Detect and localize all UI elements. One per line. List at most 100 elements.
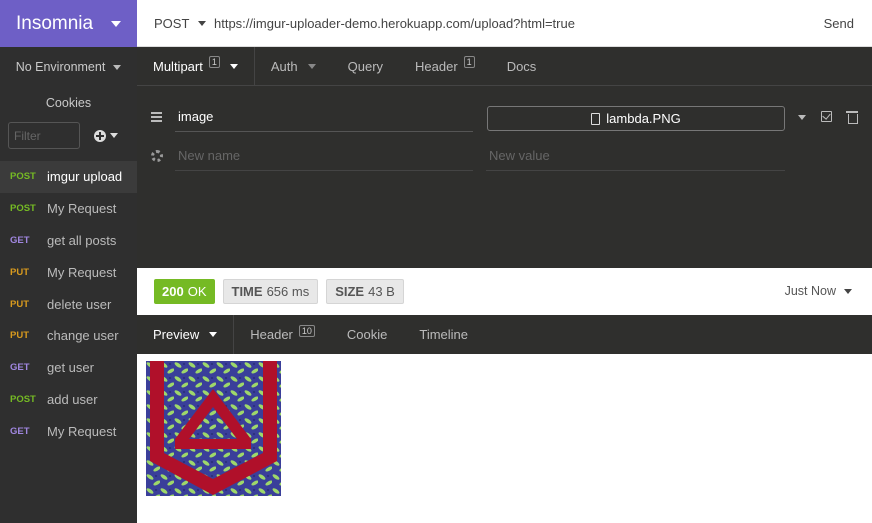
file-icon: [591, 112, 601, 125]
status-code: 200: [162, 284, 184, 299]
request-name: My Request: [47, 264, 117, 280]
method-badge: POST: [10, 171, 36, 183]
request-item[interactable]: GET get all posts: [0, 225, 137, 257]
filter-row: [0, 119, 137, 152]
tab-label: Docs: [506, 58, 537, 74]
tab-label: Auth: [270, 58, 298, 74]
filter-input[interactable]: [8, 122, 80, 149]
app-title: Insomnia: [16, 12, 94, 34]
method-badge: PUT: [10, 266, 29, 278]
request-item[interactable]: PUT change user: [0, 320, 137, 352]
size-value: 43 B: [368, 284, 395, 299]
request-list: POST imgur upload POST My Request GET ge…: [0, 161, 137, 447]
chevron-down-icon: [111, 20, 121, 27]
count-badge: 10: [298, 324, 315, 337]
tab-label: Multipart: [153, 58, 203, 74]
time-value: 656 ms: [266, 284, 310, 299]
tab-label: Header: [250, 327, 293, 342]
tab-label: Query: [347, 58, 384, 74]
request-tabs: Multipart 1 Auth Query Header 1 Docs: [137, 47, 872, 86]
file-select-button[interactable]: lambda.PNG: [487, 106, 785, 131]
environment-label: No Environment: [15, 60, 106, 74]
status-text: OK: [187, 284, 207, 299]
request-pane: Multipart 1 Auth Query Header 1 Docs ima…: [137, 47, 872, 268]
response-tabs: Preview Header 10 Cookie Timeline: [137, 315, 872, 354]
tab-auth[interactable]: Auth: [255, 47, 332, 85]
tab-cookie[interactable]: Cookie: [331, 315, 403, 354]
chevron-down-icon: [229, 63, 238, 69]
request-name: My Request: [47, 423, 117, 439]
count-badge: 1: [463, 56, 475, 68]
status-badge: 200 OK: [154, 279, 215, 304]
chevron-down-icon: [307, 63, 316, 69]
method-badge: GET: [10, 234, 30, 246]
request-item[interactable]: POST My Request: [0, 193, 137, 225]
method-badge: POST: [10, 393, 36, 405]
method-badge: PUT: [10, 298, 29, 310]
tab-label: Timeline: [419, 327, 469, 342]
request-item[interactable]: PUT delete user: [0, 288, 137, 320]
chevron-down-icon: [110, 133, 118, 138]
new-value-input[interactable]: [486, 141, 785, 171]
gear-icon[interactable]: [151, 150, 163, 162]
new-name-input[interactable]: [175, 141, 473, 171]
request-item[interactable]: GET My Request: [0, 415, 137, 447]
response-preview: [137, 354, 872, 523]
url-bar: POST https://imgur-uploader-demo.herokua…: [137, 0, 872, 47]
request-name: get all posts: [47, 232, 117, 248]
tab-label: Cookie: [346, 327, 388, 342]
request-name: My Request: [47, 201, 117, 217]
tab-label: Preview: [153, 327, 200, 342]
drag-handle-icon[interactable]: [151, 112, 162, 122]
method-badge: PUT: [10, 330, 29, 342]
tab-header[interactable]: Header 1: [399, 47, 491, 85]
request-name: add user: [47, 391, 98, 407]
history-label: Just Now: [784, 284, 836, 298]
tab-query[interactable]: Query: [332, 47, 399, 85]
method-badge: GET: [10, 362, 30, 374]
add-request-button[interactable]: [94, 129, 118, 142]
request-item[interactable]: POST imgur upload: [0, 161, 137, 193]
tab-multipart[interactable]: Multipart 1: [137, 47, 255, 85]
request-name: change user: [47, 328, 119, 344]
method-dropdown[interactable]: POST: [137, 16, 214, 31]
time-badge: TIME 656 ms: [222, 279, 319, 304]
uploaded-image: [146, 361, 281, 496]
checkbox-icon[interactable]: [821, 111, 832, 122]
tab-response-header[interactable]: Header 10: [234, 315, 331, 354]
tab-timeline[interactable]: Timeline: [403, 315, 484, 354]
param-name-field[interactable]: image: [175, 102, 473, 132]
param-row: image lambda.PNG: [137, 102, 872, 132]
request-name: delete user: [47, 296, 112, 312]
chevron-down-icon: [198, 20, 207, 26]
trash-icon[interactable]: [846, 111, 858, 124]
method-label: POST: [154, 15, 190, 31]
response-status-bar: 200 OK TIME 656 ms SIZE 43 B Just Now: [137, 268, 872, 315]
chevron-down-icon: [844, 288, 852, 294]
request-item[interactable]: POST add user: [0, 384, 137, 416]
tab-preview[interactable]: Preview: [137, 315, 235, 354]
sidebar: Insomnia No Environment Cookies POST img…: [0, 0, 137, 523]
cookies-button[interactable]: Cookies: [0, 87, 137, 119]
size-badge: SIZE 43 B: [326, 279, 404, 304]
request-name: imgur upload: [47, 169, 123, 185]
request-item[interactable]: GET get user: [0, 352, 137, 384]
file-name: lambda.PNG: [606, 111, 681, 126]
tab-docs[interactable]: Docs: [491, 47, 553, 85]
count-badge: 1: [208, 56, 220, 68]
chevron-down-icon: [113, 64, 122, 70]
method-badge: GET: [10, 425, 30, 437]
time-label: TIME: [231, 284, 263, 299]
request-name: get user: [47, 360, 94, 376]
environment-selector[interactable]: No Environment: [0, 47, 137, 87]
param-type-dropdown[interactable]: [798, 115, 806, 120]
size-label: SIZE: [335, 284, 365, 299]
history-dropdown[interactable]: Just Now: [785, 284, 852, 298]
tab-label: Header: [415, 58, 458, 74]
send-button[interactable]: Send: [824, 16, 872, 31]
method-badge: POST: [10, 203, 36, 215]
request-item[interactable]: PUT My Request: [0, 256, 137, 288]
workspace-switcher[interactable]: Insomnia: [0, 0, 137, 47]
url-input[interactable]: https://imgur-uploader-demo.herokuapp.co…: [214, 16, 824, 31]
chevron-down-icon: [209, 332, 218, 337]
